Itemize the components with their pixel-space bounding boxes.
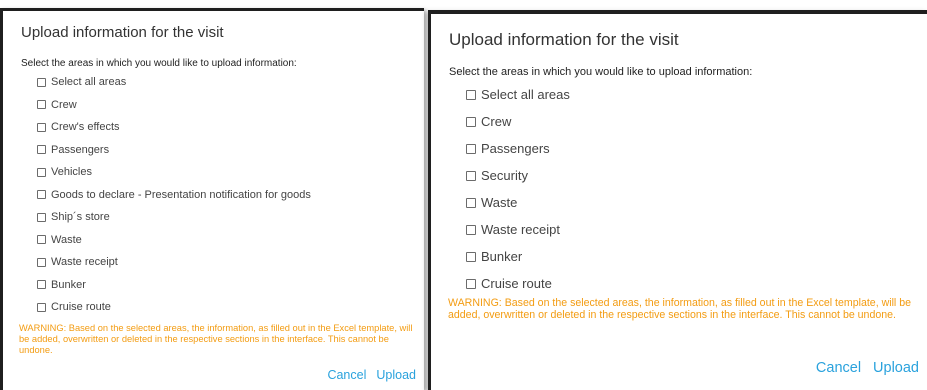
area-option-crew[interactable]: Crew (466, 108, 570, 135)
warning-message: WARNING: Based on the selected areas, th… (448, 297, 912, 321)
area-option-crew[interactable]: Crew (37, 94, 311, 117)
area-option-crew-s-effects[interactable]: Crew's effects (37, 116, 311, 139)
area-option-passengers[interactable]: Passengers (37, 139, 311, 162)
area-option-label: Waste receipt (51, 256, 118, 269)
cancel-button[interactable]: Cancel (327, 368, 366, 382)
warning-message: WARNING: Based on the selected areas, th… (19, 323, 413, 355)
area-option-label: Passengers (481, 141, 550, 156)
area-option-select-all-areas[interactable]: Select all areas (37, 71, 311, 94)
area-option-waste-receipt[interactable]: Waste receipt (466, 216, 570, 243)
area-option-select-all-areas[interactable]: Select all areas (466, 81, 570, 108)
area-option-label: Select all areas (51, 76, 127, 89)
checkbox[interactable] (466, 170, 476, 181)
checkbox[interactable] (37, 167, 46, 177)
area-option-label: Bunker (481, 249, 523, 264)
area-option-label: Crew (481, 114, 512, 129)
checkbox[interactable] (466, 197, 476, 208)
upload-dialog-right: Upload information for the visit Select … (428, 10, 927, 390)
area-option-label: Ship´s store (51, 211, 110, 224)
area-option-label: Bunker (51, 278, 86, 291)
upload-button[interactable]: Upload (376, 368, 416, 382)
area-option-label: Passengers (51, 143, 110, 156)
area-option-security[interactable]: Security (466, 162, 570, 189)
area-option-bunker[interactable]: Bunker (37, 274, 311, 297)
dialog-actions: Cancel Upload (317, 368, 416, 382)
area-option-waste[interactable]: Waste (37, 229, 311, 252)
area-option-ship-s-store[interactable]: Ship´s store (37, 206, 311, 229)
area-option-label: Waste (481, 195, 518, 210)
dialog-actions: Cancel Upload (804, 360, 919, 376)
checkbox[interactable] (466, 278, 476, 289)
checkbox[interactable] (466, 89, 476, 100)
area-option-bunker[interactable]: Bunker (466, 243, 570, 270)
screenshot-canvas: Upload information for the visit Select … (0, 0, 927, 390)
dialog-title: Upload information for the visit (449, 30, 679, 49)
checkbox[interactable] (466, 251, 476, 262)
area-option-vehicles[interactable]: Vehicles (37, 161, 311, 184)
checkbox[interactable] (466, 116, 476, 127)
checkbox[interactable] (37, 122, 46, 132)
area-checkbox-list: Select all areas Crew Passengers Security Wa… (466, 81, 570, 297)
area-option-cruise-route[interactable]: Cruise route (466, 270, 570, 297)
checkbox[interactable] (37, 212, 46, 222)
area-option-goods-to-declare-presentation-notification-for-goods[interactable]: Goods to declare - Presentation notifica… (37, 184, 311, 207)
checkbox[interactable] (466, 224, 476, 235)
area-option-label: Waste (51, 233, 82, 246)
area-option-label: Cruise route (481, 276, 552, 291)
dialog-instructions: Select the areas in which you would like… (449, 66, 753, 78)
area-checkbox-list: Select all areas Crew Crew's effects Passen… (37, 71, 311, 319)
checkbox[interactable] (37, 235, 46, 245)
area-option-label: Crew's effects (51, 121, 120, 134)
checkbox[interactable] (37, 100, 46, 110)
area-option-label: Cruise route (51, 301, 111, 314)
checkbox[interactable] (466, 143, 476, 154)
area-option-waste[interactable]: Waste (466, 189, 570, 216)
area-option-label: Security (481, 168, 528, 183)
upload-button[interactable]: Upload (873, 360, 919, 376)
checkbox[interactable] (37, 257, 46, 267)
checkbox[interactable] (37, 302, 46, 312)
area-option-label: Vehicles (51, 166, 92, 179)
area-option-cruise-route[interactable]: Cruise route (37, 296, 311, 319)
checkbox[interactable] (37, 190, 46, 200)
cancel-button[interactable]: Cancel (816, 360, 861, 376)
area-option-label: Goods to declare - Presentation notifica… (51, 188, 311, 201)
dialog-title: Upload information for the visit (21, 24, 224, 41)
area-option-passengers[interactable]: Passengers (466, 135, 570, 162)
area-option-label: Waste receipt (481, 222, 560, 237)
area-option-waste-receipt[interactable]: Waste receipt (37, 251, 311, 274)
dialog-instructions: Select the areas in which you would like… (21, 58, 297, 69)
checkbox[interactable] (37, 145, 46, 155)
upload-dialog-left: Upload information for the visit Select … (0, 8, 424, 390)
area-option-label: Select all areas (481, 87, 570, 102)
area-option-label: Crew (51, 98, 77, 111)
checkbox[interactable] (37, 280, 46, 290)
checkbox[interactable] (37, 77, 46, 87)
